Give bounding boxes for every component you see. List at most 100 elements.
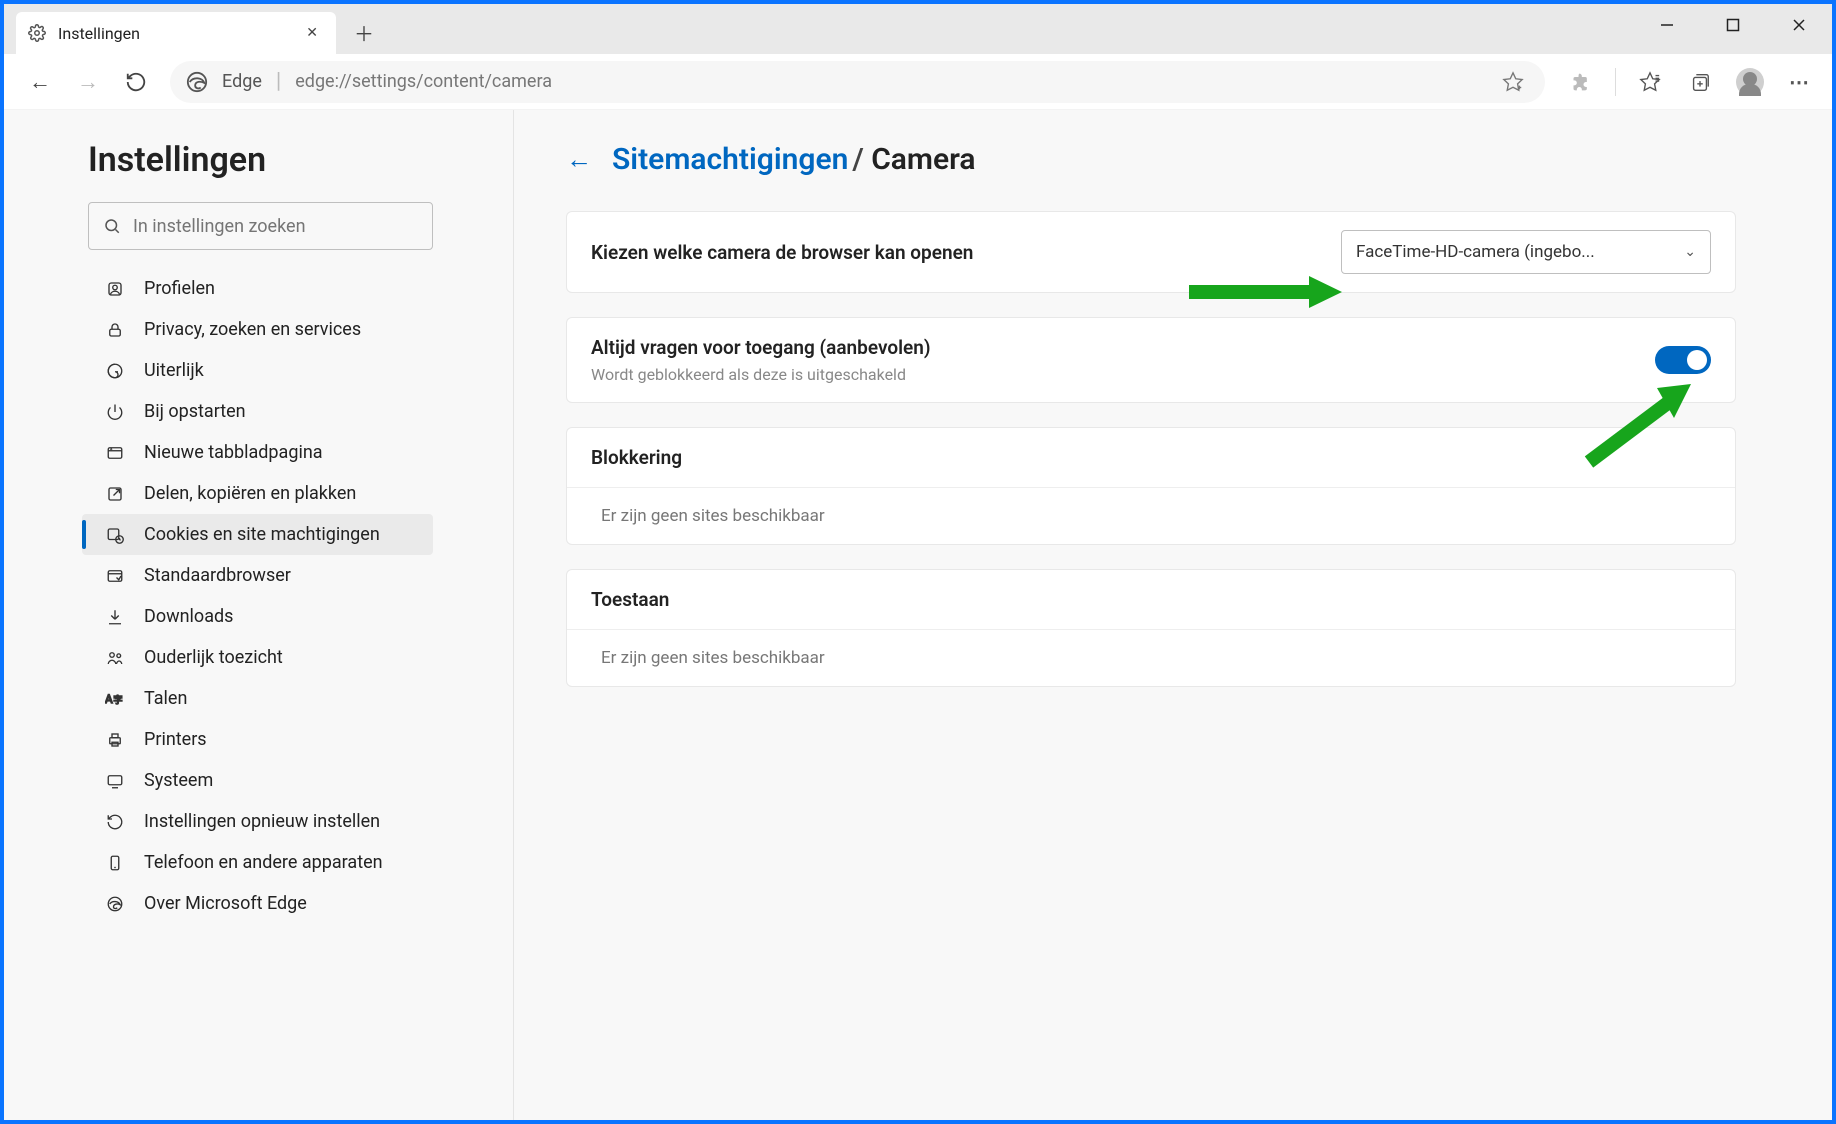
sidebar-item-family[interactable]: Ouderlijk toezicht <box>82 637 433 678</box>
sidebar-item-label: Telefoon en andere apparaten <box>144 852 383 873</box>
ask-permission-panel: Altijd vragen voor toegang (aanbevolen) … <box>566 317 1736 403</box>
power-icon <box>104 403 126 421</box>
profile-icon <box>104 280 126 298</box>
permissions-icon <box>104 526 126 544</box>
window-controls <box>1634 4 1832 46</box>
content-area: Instellingen Profielen Privacy, zoeken e… <box>4 110 1832 1120</box>
sidebar-item-label: Profielen <box>144 278 215 299</box>
address-separator: | <box>276 69 281 94</box>
block-panel: Blokkering Er zijn geen sites beschikbaa… <box>566 427 1736 545</box>
sidebar-item-share[interactable]: Delen, kopiëren en plakken <box>82 473 433 514</box>
sidebar-item-label: Over Microsoft Edge <box>144 893 307 914</box>
close-tab-icon[interactable]: ✕ <box>300 21 324 45</box>
address-bar-row: ← → Edge | edge://settings/content/camer… <box>4 54 1832 110</box>
breadcrumb-parent[interactable]: Sitemachtigingen <box>612 142 848 177</box>
forward-button[interactable]: → <box>68 62 108 102</box>
download-icon <box>104 608 126 626</box>
favorites-icon[interactable] <box>1634 66 1666 98</box>
address-scheme: Edge <box>222 71 262 92</box>
block-title: Blokkering <box>591 446 682 469</box>
sidebar-item-appearance[interactable]: Uiterlijk <box>82 350 433 391</box>
profile-avatar[interactable] <box>1734 66 1766 98</box>
sidebar-item-downloads[interactable]: Downloads <box>82 596 433 637</box>
allow-panel: Toestaan Er zijn geen sites beschikbaar <box>566 569 1736 687</box>
collections-icon[interactable] <box>1684 66 1716 98</box>
allow-empty-text: Er zijn geen sites beschikbaar <box>567 629 1735 686</box>
address-bar[interactable]: Edge | edge://settings/content/camera <box>170 61 1545 103</box>
search-icon <box>103 217 121 235</box>
reset-icon <box>104 813 126 831</box>
browser-icon <box>104 567 126 585</box>
ask-permission-toggle[interactable] <box>1655 346 1711 374</box>
camera-select-label: Kiezen welke camera de browser kan opene… <box>591 241 973 264</box>
sidebar-item-cookies[interactable]: Cookies en site machtigingen <box>82 514 433 555</box>
appearance-icon <box>104 362 126 380</box>
gear-icon <box>28 24 46 42</box>
sidebar-item-about[interactable]: Over Microsoft Edge <box>82 883 433 924</box>
sidebar-item-label: Systeem <box>144 770 213 791</box>
ask-permission-subtitle: Wordt geblokkeerd als deze is uitgeschak… <box>591 365 931 384</box>
titlebar: Instellingen ✕ ＋ <box>4 4 1832 54</box>
extensions-icon[interactable] <box>1565 66 1597 98</box>
sidebar-item-label: Cookies en site machtigingen <box>144 524 380 545</box>
minimize-button[interactable] <box>1634 4 1700 46</box>
more-menu-icon[interactable]: ⋯ <box>1784 66 1816 98</box>
reload-button[interactable] <box>116 62 156 102</box>
close-window-button[interactable] <box>1766 4 1832 46</box>
sidebar-item-privacy[interactable]: Privacy, zoeken en services <box>82 309 433 350</box>
sidebar-item-printers[interactable]: Printers <box>82 719 433 760</box>
sidebar-item-system[interactable]: Systeem <box>82 760 433 801</box>
sidebar-item-startup[interactable]: Bij opstarten <box>82 391 433 432</box>
camera-select-dropdown[interactable]: FaceTime-HD-camera (ingebo... ⌄ <box>1341 230 1711 274</box>
settings-search-input[interactable] <box>133 216 418 237</box>
toolbar-separator <box>1615 68 1616 96</box>
chevron-down-icon: ⌄ <box>1684 244 1696 260</box>
allow-title: Toestaan <box>591 588 669 611</box>
settings-sidebar: Instellingen Profielen Privacy, zoeken e… <box>4 110 514 1120</box>
sidebar-item-label: Downloads <box>144 606 233 627</box>
browser-tab[interactable]: Instellingen ✕ <box>16 12 336 54</box>
sidebar-item-label: Ouderlijk toezicht <box>144 647 283 668</box>
sidebar-item-label: Bij opstarten <box>144 401 246 422</box>
edge-icon <box>104 895 126 913</box>
main-panel: ← Sitemachtigingen / Camera Kiezen welke… <box>514 110 1832 1120</box>
sidebar-item-label: Nieuwe tabbladpagina <box>144 442 323 463</box>
breadcrumb-current: Camera <box>871 142 975 177</box>
maximize-button[interactable] <box>1700 4 1766 46</box>
address-url: edge://settings/content/camera <box>295 71 552 92</box>
new-tab-button[interactable]: ＋ <box>344 12 384 52</box>
breadcrumb: ← Sitemachtigingen / Camera <box>566 142 1772 177</box>
phone-icon <box>104 854 126 872</box>
settings-search[interactable] <box>88 202 433 250</box>
sidebar-item-label: Printers <box>144 729 207 750</box>
sidebar-item-label: Uiterlijk <box>144 360 204 381</box>
camera-select-panel: Kiezen welke camera de browser kan opene… <box>566 211 1736 293</box>
favorite-star-icon[interactable] <box>1497 66 1529 98</box>
tabs-row: Instellingen ✕ ＋ <box>4 4 384 54</box>
sidebar-item-languages[interactable]: A字Talen <box>82 678 433 719</box>
sidebar-item-newtab[interactable]: Nieuwe tabbladpagina <box>82 432 433 473</box>
breadcrumb-back-button[interactable]: ← <box>566 144 592 175</box>
sidebar-item-label: Instellingen opnieuw instellen <box>144 811 380 832</box>
sidebar-heading: Instellingen <box>88 140 433 180</box>
sidebar-item-profiles[interactable]: Profielen <box>82 268 433 309</box>
toolbar-icons: ⋯ <box>1565 66 1816 98</box>
camera-select-value: FaceTime-HD-camera (ingebo... <box>1356 242 1595 262</box>
sidebar-item-default-browser[interactable]: Standaardbrowser <box>82 555 433 596</box>
back-button[interactable]: ← <box>20 62 60 102</box>
ask-permission-title: Altijd vragen voor toegang (aanbevolen) <box>591 336 931 359</box>
share-icon <box>104 485 126 503</box>
tab-title: Instellingen <box>58 24 140 43</box>
system-icon <box>104 772 126 790</box>
sidebar-item-label: Delen, kopiëren en plakken <box>144 483 356 504</box>
svg-text:字: 字 <box>113 694 122 706</box>
printer-icon <box>104 731 126 749</box>
breadcrumb-slash: / <box>852 142 871 177</box>
newtab-icon <box>104 444 126 462</box>
sidebar-item-label: Privacy, zoeken en services <box>144 319 361 340</box>
sidebar-item-phone[interactable]: Telefoon en andere apparaten <box>82 842 433 883</box>
lock-icon <box>104 321 126 339</box>
sidebar-item-reset[interactable]: Instellingen opnieuw instellen <box>82 801 433 842</box>
family-icon <box>104 649 126 667</box>
language-icon: A字 <box>104 690 126 708</box>
